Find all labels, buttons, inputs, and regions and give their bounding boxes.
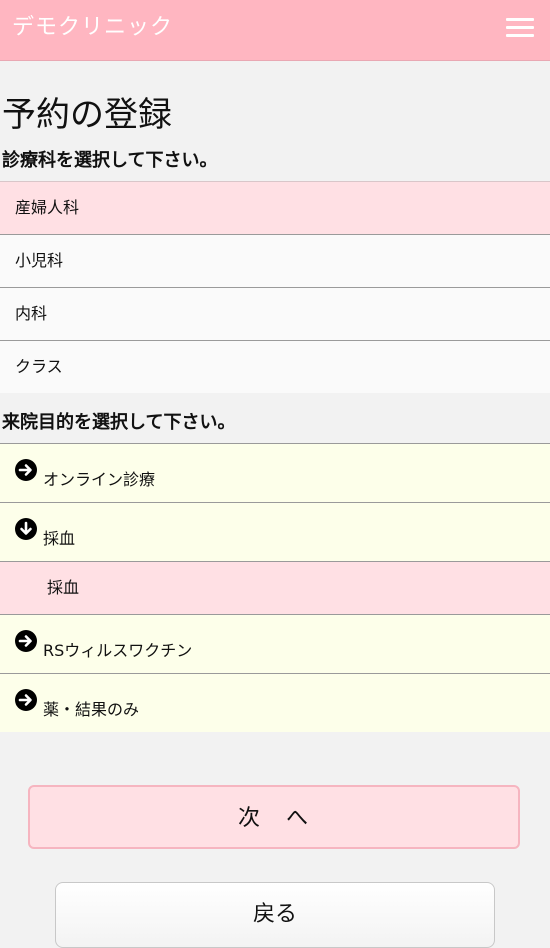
back-button[interactable]: 戻る (55, 882, 495, 948)
app-header: デモクリニック (0, 0, 550, 61)
purpose-item-rsv-vaccine[interactable]: RSウィルスワクチン (0, 615, 550, 674)
arrow-down-circle-icon (15, 518, 37, 540)
clinic-name: デモクリニック (12, 15, 174, 40)
purpose-label: 採血 (43, 529, 76, 548)
department-item-obgyn[interactable]: 産婦人科 (0, 181, 550, 234)
purpose-item-online[interactable]: オンライン診療 (0, 444, 550, 503)
arrow-right-circle-icon (15, 689, 37, 711)
purpose-prompt: 来院目的を選択して下さい。 (2, 412, 236, 433)
department-label: クラス (15, 357, 63, 376)
department-label: 産婦人科 (15, 198, 80, 217)
department-list: 産婦人科 小児科 内科 クラス (0, 181, 550, 393)
department-label: 内科 (15, 304, 48, 323)
purpose-sub-label: 採血 (47, 578, 80, 597)
department-item-pediatrics[interactable]: 小児科 (0, 234, 550, 287)
department-item-internal[interactable]: 内科 (0, 287, 550, 340)
hamburger-menu-icon[interactable] (506, 18, 534, 38)
department-prompt: 診療科を選択して下さい。 (2, 150, 218, 171)
next-button[interactable]: 次 へ (28, 785, 520, 849)
purpose-item-medicine-results[interactable]: 薬・結果のみ (0, 674, 550, 732)
page-title: 予約の登録 (2, 95, 172, 135)
purpose-label: 薬・結果のみ (43, 700, 140, 719)
purpose-item-blood[interactable]: 採血 (0, 503, 550, 562)
purpose-list: オンライン診療 採血 採血 RSウィルスワクチン 薬・結果のみ (0, 443, 550, 732)
arrow-right-circle-icon (15, 459, 37, 481)
purpose-label: RSウィルスワクチン (43, 641, 193, 660)
purpose-subitem-blood[interactable]: 採血 (0, 562, 550, 615)
department-item-class[interactable]: クラス (0, 340, 550, 393)
department-label: 小児科 (15, 251, 64, 270)
arrow-right-circle-icon (15, 630, 37, 652)
purpose-label: オンライン診療 (43, 470, 156, 489)
